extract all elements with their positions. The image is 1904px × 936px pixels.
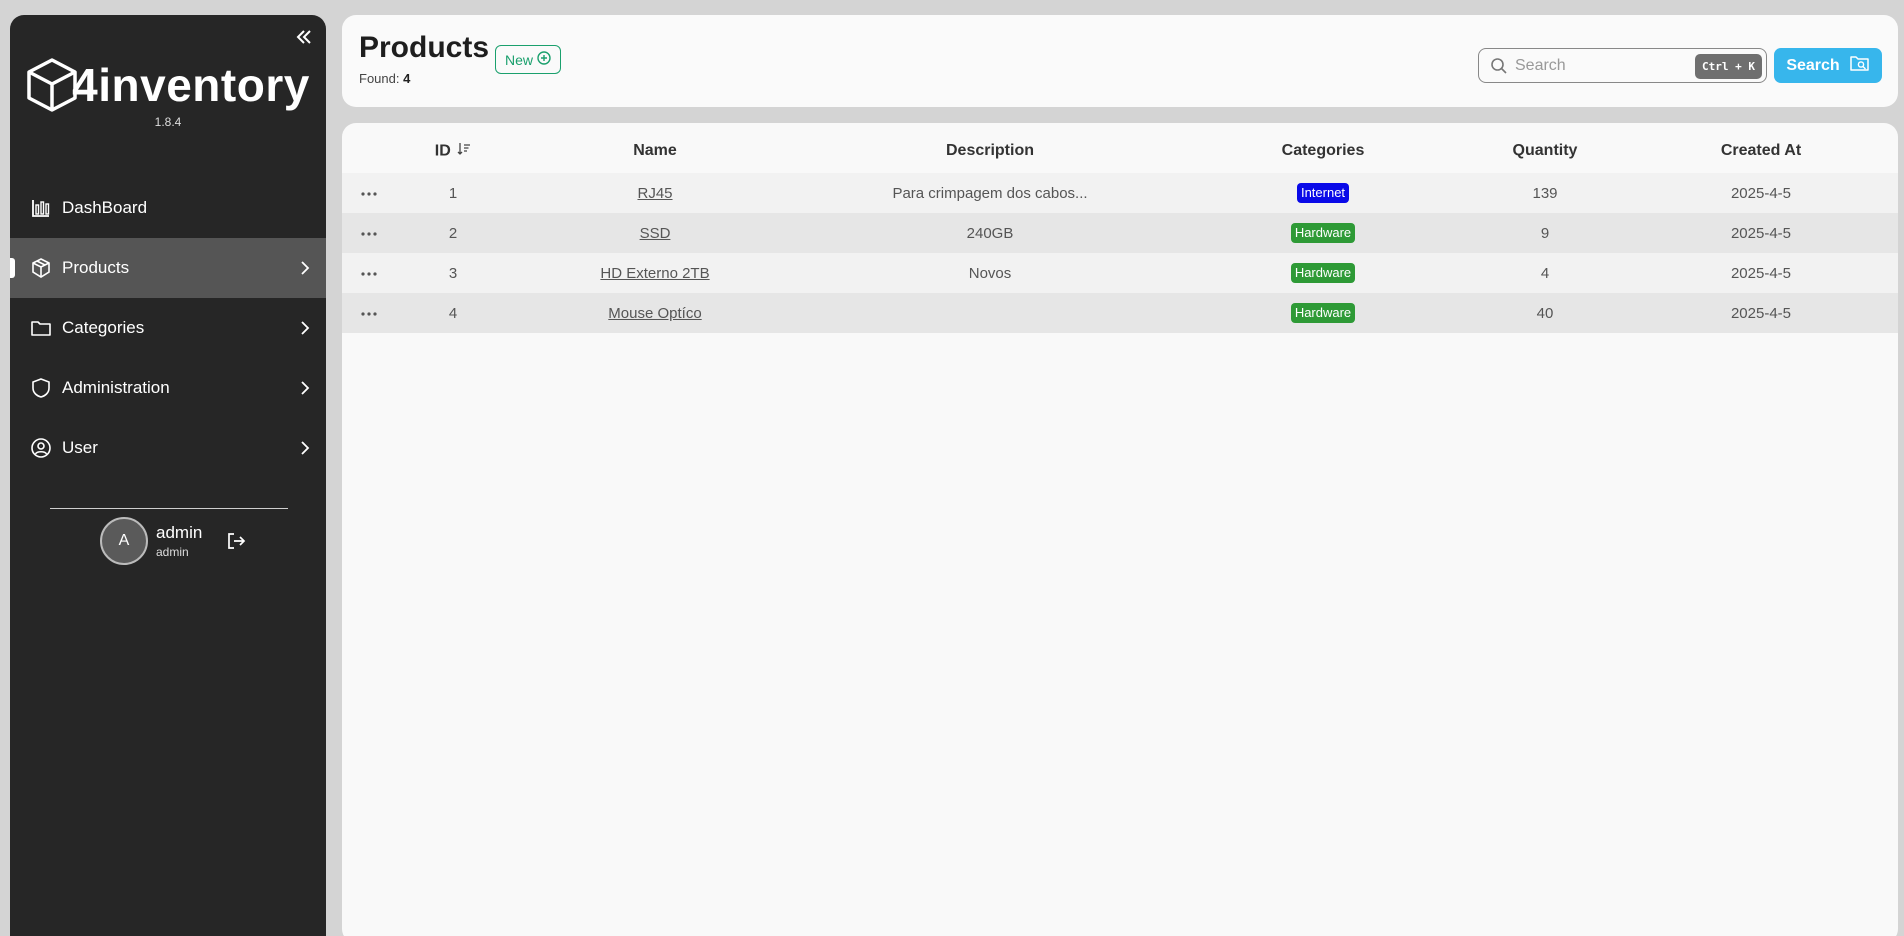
product-name-link[interactable]: Mouse Optíco: [608, 305, 701, 322]
cell-id: 1: [396, 173, 510, 213]
more-options-icon[interactable]: [357, 264, 381, 284]
user-role: admin: [156, 545, 189, 559]
sidebar-item-dashboard[interactable]: DashBoard: [10, 178, 326, 238]
user-circle-icon: [30, 437, 52, 459]
sidebar-item-administration[interactable]: Administration: [10, 358, 326, 418]
new-button-label: New: [504, 51, 533, 68]
cell-description: Novos: [800, 253, 1180, 293]
more-options-icon[interactable]: [357, 224, 381, 244]
app-name: 4inventory: [72, 59, 310, 111]
category-badge: Internet: [1296, 183, 1350, 203]
table-row: 4 Mouse Optíco Hardware 40 2025-4-5: [342, 293, 1898, 333]
cell-quantity: 139: [1466, 173, 1624, 213]
sidebar-item-label: Categories: [62, 318, 145, 337]
sidebar-item-label: Administration: [62, 378, 170, 397]
app-version: 1.8.4: [154, 115, 182, 129]
more-options-icon[interactable]: [357, 304, 381, 324]
table-header-row: ID Name Description Categories Quantity …: [342, 123, 1898, 173]
cell-quantity: 40: [1466, 293, 1624, 333]
page-title: Products: [359, 31, 490, 64]
column-header-categories[interactable]: Categories: [1180, 123, 1466, 173]
sidebar-item-categories[interactable]: Categories: [10, 298, 326, 358]
products-table: ID Name Description Categories Quantity …: [342, 123, 1898, 333]
search-box[interactable]: Ctrl + K: [1478, 48, 1767, 83]
cell-id: 2: [396, 213, 510, 253]
category-badge: Hardware: [1290, 303, 1356, 323]
sidebar-item-label: User: [62, 438, 98, 457]
user-panel: A admin admin: [100, 517, 248, 565]
cell-description: Para crimpagem dos cabos...: [800, 173, 1180, 213]
sidebar-divider: [50, 508, 288, 509]
plus-circle-icon: [537, 51, 551, 68]
sidebar-item-label: DashBoard: [62, 198, 148, 217]
collapse-sidebar-icon[interactable]: [292, 25, 316, 49]
column-header-quantity[interactable]: Quantity: [1466, 123, 1624, 173]
table-row: 3 HD Externo 2TB Novos Hardware 4 2025-4…: [342, 253, 1898, 293]
cell-id: 3: [396, 253, 510, 293]
sidebar-item-products[interactable]: Products: [10, 238, 326, 298]
sidebar-nav: DashBoard Products Categories Administra…: [10, 178, 326, 478]
table-row: 1 RJ45 Para crimpagem dos cabos... Inter…: [342, 173, 1898, 213]
cell-quantity: 9: [1466, 213, 1624, 253]
search-icon: [1489, 56, 1509, 76]
sort-descending-icon[interactable]: [457, 142, 471, 161]
chevron-right-icon: [298, 318, 312, 338]
search-button[interactable]: Search: [1774, 48, 1882, 83]
page-header: Products New Found: 4 Ctrl + K Search: [342, 15, 1898, 107]
products-table-card: ID Name Description Categories Quantity …: [342, 123, 1898, 936]
box-icon: [30, 257, 52, 279]
actions-column-header: [342, 123, 396, 173]
sidebar: 4inventory 1.8.4 DashBoard Products Cate…: [10, 15, 326, 936]
category-badge: Hardware: [1290, 263, 1356, 283]
more-options-icon[interactable]: [357, 184, 381, 204]
folder-search-icon: [1849, 54, 1870, 77]
cell-created-at: 2025-4-5: [1624, 173, 1898, 213]
new-product-button[interactable]: New: [495, 45, 561, 74]
found-count: Found: 4: [359, 71, 411, 86]
cell-created-at: 2025-4-5: [1624, 213, 1898, 253]
column-header-name[interactable]: Name: [510, 123, 800, 173]
column-header-created-at[interactable]: Created At: [1624, 123, 1898, 173]
product-name-link[interactable]: HD Externo 2TB: [600, 265, 709, 282]
sidebar-item-user[interactable]: User: [10, 418, 326, 478]
chevron-right-icon: [298, 438, 312, 458]
product-name-link[interactable]: SSD: [640, 225, 671, 242]
cube-logo-icon: [26, 57, 78, 113]
table-row: 2 SSD 240GB Hardware 9 2025-4-5: [342, 213, 1898, 253]
search-button-label: Search: [1786, 56, 1840, 74]
shield-icon: [30, 377, 52, 399]
cell-created-at: 2025-4-5: [1624, 293, 1898, 333]
chevron-right-icon: [298, 378, 312, 398]
cell-created-at: 2025-4-5: [1624, 253, 1898, 293]
cell-description: [800, 293, 1180, 333]
avatar[interactable]: A: [100, 517, 148, 565]
category-badge: Hardware: [1290, 223, 1356, 243]
folder-icon: [30, 317, 52, 339]
cell-description: 240GB: [800, 213, 1180, 253]
column-header-description[interactable]: Description: [800, 123, 1180, 173]
logout-icon[interactable]: [224, 529, 248, 553]
product-name-link[interactable]: RJ45: [637, 185, 672, 202]
chart-bar-icon: [30, 197, 52, 219]
cell-quantity: 4: [1466, 253, 1624, 293]
column-header-id[interactable]: ID: [396, 123, 510, 173]
cell-id: 4: [396, 293, 510, 333]
user-name: admin: [156, 523, 203, 542]
chevron-right-icon: [298, 258, 312, 278]
search-shortcut-hint: Ctrl + K: [1695, 54, 1762, 79]
search-input[interactable]: [1515, 56, 1695, 75]
sidebar-item-label: Products: [62, 258, 130, 277]
brand: 4inventory 1.8.4: [10, 57, 326, 129]
